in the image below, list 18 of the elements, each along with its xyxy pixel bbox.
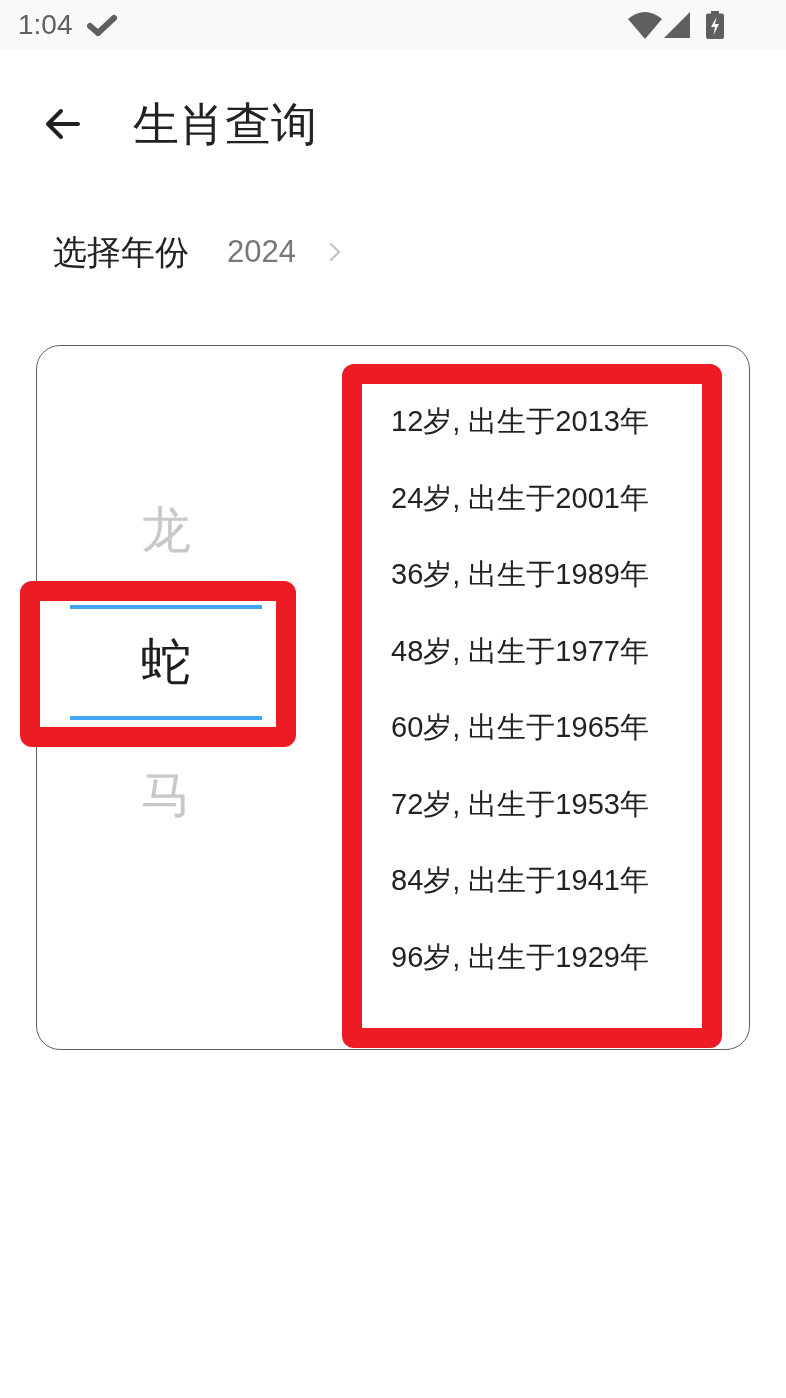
age-list-item: 24岁, 出生于2001年 <box>391 480 650 516</box>
age-list-item: 48岁, 出生于1977年 <box>391 633 650 669</box>
charging-battery-icon <box>706 11 724 39</box>
year-value[interactable]: 2024 <box>227 232 296 272</box>
age-list-item: 96岁, 出生于1929年 <box>391 939 650 975</box>
age-list-item: 84岁, 出生于1941年 <box>391 863 650 899</box>
wifi-icon <box>628 11 662 39</box>
check-icon <box>86 14 117 36</box>
signal-icon <box>664 12 690 38</box>
page-title: 生肖查询 <box>133 97 317 151</box>
year-label: 选择年份 <box>53 232 189 272</box>
age-list-item: 60岁, 出生于1965年 <box>391 710 650 746</box>
back-icon[interactable] <box>44 108 80 140</box>
zodiac-option[interactable]: 蛇 <box>70 605 262 720</box>
age-list-item: 36岁, 出生于1989年 <box>391 557 650 593</box>
age-list-item: 12岁, 出生于2013年 <box>391 404 650 440</box>
age-list-item: 72岁, 出生于1953年 <box>391 786 650 822</box>
status-time: 1:04 <box>18 9 73 41</box>
